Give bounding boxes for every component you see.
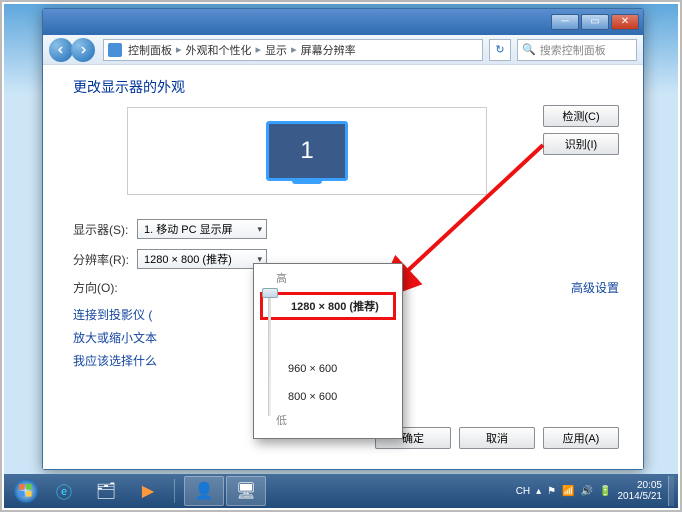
taskbar-ie-icon[interactable]: ⓔ — [44, 476, 84, 506]
taskbar-divider — [174, 479, 180, 503]
crumb-display[interactable]: 显示 — [263, 42, 289, 58]
taskbar-explorer-icon[interactable]: 🗂 — [86, 476, 126, 506]
display-select[interactable]: 1. 移动 PC 显示屏 ▾ — [137, 219, 267, 239]
forward-button[interactable] — [71, 38, 95, 62]
chevron-down-icon: ▾ — [257, 224, 262, 235]
tray-battery-icon[interactable]: 🔋 — [599, 486, 611, 497]
detect-button[interactable]: 检测(C) — [543, 105, 619, 127]
resolution-dropdown[interactable]: 高 1280 × 800 (推荐) 960 × 600 800 × 600 低 — [253, 263, 403, 439]
tray-network-icon[interactable]: 📶 — [562, 486, 574, 497]
crumb-appearance[interactable]: 外观和个性化 — [184, 42, 254, 58]
restore-button[interactable]: ▭ — [581, 14, 609, 30]
resolution-option-960[interactable]: 960 × 600 — [254, 360, 402, 378]
monitor-thumbnail[interactable]: 1 — [266, 121, 348, 181]
search-icon: 🔍 — [522, 43, 536, 56]
control-panel-window: ─ ▭ ✕ 控制面板 ▸ 外观和个性化 ▸ 显示 ▸ 屏 — [42, 8, 644, 470]
dropdown-label-high: 高 — [254, 270, 402, 290]
tray-up-icon[interactable]: ▴ — [536, 486, 541, 497]
taskbar-clock[interactable]: 20:05 2014/5/21 — [618, 480, 663, 502]
display-preview-box: 1 — [127, 107, 487, 195]
resolution-select-value: 1280 × 800 (推荐) — [144, 251, 232, 267]
chevron-right-icon: ▸ — [289, 43, 299, 56]
resolution-label: 分辨率(R): — [73, 251, 137, 268]
refresh-button[interactable]: ↻ — [489, 39, 511, 61]
close-button[interactable]: ✕ — [611, 14, 639, 30]
minimize-button[interactable]: ─ — [551, 14, 579, 30]
taskbar-app-1[interactable]: 👤 — [184, 476, 224, 506]
window-titlebar: ─ ▭ ✕ — [43, 9, 643, 35]
chevron-right-icon: ▸ — [254, 43, 264, 56]
crumb-resolution[interactable]: 屏幕分辨率 — [299, 42, 358, 58]
chevron-right-icon: ▸ — [174, 43, 184, 56]
monitor-number: 1 — [300, 137, 313, 165]
display-label: 显示器(S): — [73, 221, 137, 238]
ime-indicator[interactable]: CH — [516, 486, 530, 497]
tray-volume-icon[interactable]: 🔊 — [581, 486, 593, 497]
orientation-label: 方向(O): — [73, 279, 137, 296]
back-button[interactable] — [49, 38, 73, 62]
breadcrumb[interactable]: 控制面板 ▸ 外观和个性化 ▸ 显示 ▸ 屏幕分辨率 — [103, 39, 483, 61]
show-desktop-button[interactable] — [668, 476, 674, 506]
nav-bar: 控制面板 ▸ 外观和个性化 ▸ 显示 ▸ 屏幕分辨率 ↻ 🔍 搜索控制面板 — [43, 35, 643, 65]
apply-button[interactable]: 应用(A) — [543, 427, 619, 449]
page-title: 更改显示器的外观 — [73, 77, 619, 97]
cancel-button[interactable]: 取消 — [459, 427, 535, 449]
search-input[interactable]: 🔍 搜索控制面板 — [517, 39, 637, 61]
taskbar-app-2[interactable]: 🖥 — [226, 476, 266, 506]
crumb-control-panel[interactable]: 控制面板 — [126, 42, 174, 58]
advanced-settings-link[interactable]: 高级设置 — [571, 279, 619, 296]
resolution-option-recommended[interactable]: 1280 × 800 (推荐) — [260, 292, 396, 320]
taskbar: ⓔ 🗂 ▶ 👤 🖥 CH ▴ ⚑ 📶 🔊 🔋 20:05 2014/5/21 — [4, 474, 678, 508]
taskbar-media-icon[interactable]: ▶ — [128, 476, 168, 506]
start-button[interactable] — [8, 474, 44, 508]
dropdown-label-low: 低 — [254, 406, 402, 428]
nav-arrows — [49, 38, 97, 62]
identify-button[interactable]: 识别(I) — [543, 133, 619, 155]
display-select-value: 1. 移动 PC 显示屏 — [144, 221, 233, 237]
resolution-option-800[interactable]: 800 × 600 — [254, 388, 402, 406]
system-tray: CH ▴ ⚑ 📶 🔊 🔋 20:05 2014/5/21 — [516, 476, 674, 506]
search-placeholder: 搜索控制面板 — [540, 42, 606, 58]
resolution-slider-track[interactable] — [268, 290, 271, 416]
control-panel-icon — [108, 43, 122, 57]
resolution-select[interactable]: 1280 × 800 (推荐) ▾ — [137, 249, 267, 269]
content-area: 更改显示器的外观 1 检测(C) 识别(I) 显示器(S): 1. 移动 PC … — [43, 65, 643, 469]
tray-flag-icon[interactable]: ⚑ — [547, 486, 556, 497]
clock-date: 2014/5/21 — [618, 491, 663, 502]
resolution-slider-thumb[interactable] — [262, 288, 278, 298]
clock-time: 20:05 — [618, 480, 663, 491]
